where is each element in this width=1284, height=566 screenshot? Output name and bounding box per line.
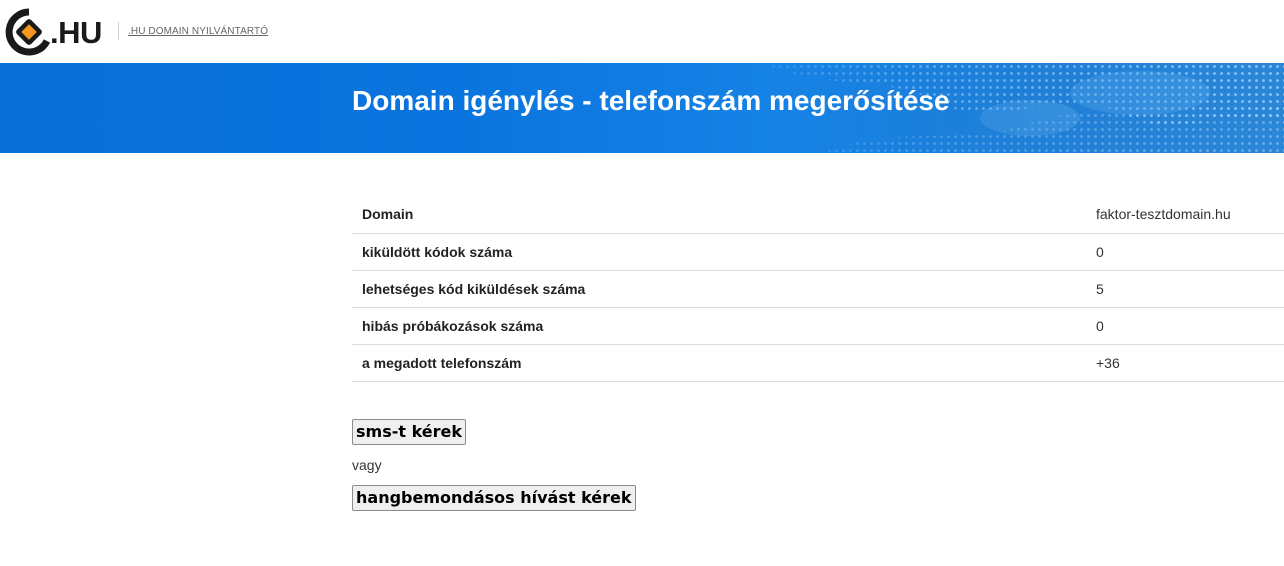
at-sign-logo-icon [5, 8, 51, 56]
table-row: a megadott telefonszám +36 [352, 344, 1284, 382]
table-row: hibás próbákozások száma 0 [352, 307, 1284, 345]
row-label: a megadott telefonszám [352, 344, 1086, 382]
row-value: 0 [1086, 233, 1284, 271]
logo-text: .HU [50, 14, 102, 50]
row-label: kiküldött kódok száma [352, 233, 1086, 271]
hu-logo[interactable]: .HU [4, 8, 102, 56]
row-label: lehetséges kód kiküldések száma [352, 270, 1086, 308]
domain-registry-link[interactable]: .HU DOMAIN NYILVÁNTARTÓ [128, 26, 268, 37]
row-value: 5 [1086, 270, 1284, 308]
row-value: faktor-tesztdomain.hu [1086, 196, 1284, 234]
site-header: .HU .HU DOMAIN NYILVÁNTARTÓ [0, 0, 1284, 63]
page-banner: Domain igénylés - telefonszám megerősíté… [0, 63, 1284, 153]
row-value: 0 [1086, 307, 1284, 345]
table-row: lehetséges kód kiküldések száma 5 [352, 270, 1284, 308]
row-label: hibás próbákozások száma [352, 307, 1086, 345]
page-title: Domain igénylés - telefonszám megerősíté… [352, 85, 950, 116]
row-value: +36 [1086, 344, 1284, 382]
header-divider [118, 22, 119, 40]
row-label: Domain [352, 196, 1086, 234]
table-row: kiküldött kódok száma 0 [352, 233, 1284, 271]
or-separator-text: vagy [352, 457, 382, 473]
table-row: Domain faktor-tesztdomain.hu [352, 196, 1284, 234]
request-voice-call-button[interactable]: hangbemondásos hívást kérek [352, 485, 636, 511]
domain-info-table: Domain faktor-tesztdomain.hu kiküldött k… [352, 196, 1284, 382]
request-sms-button[interactable]: sms-t kérek [352, 419, 467, 445]
